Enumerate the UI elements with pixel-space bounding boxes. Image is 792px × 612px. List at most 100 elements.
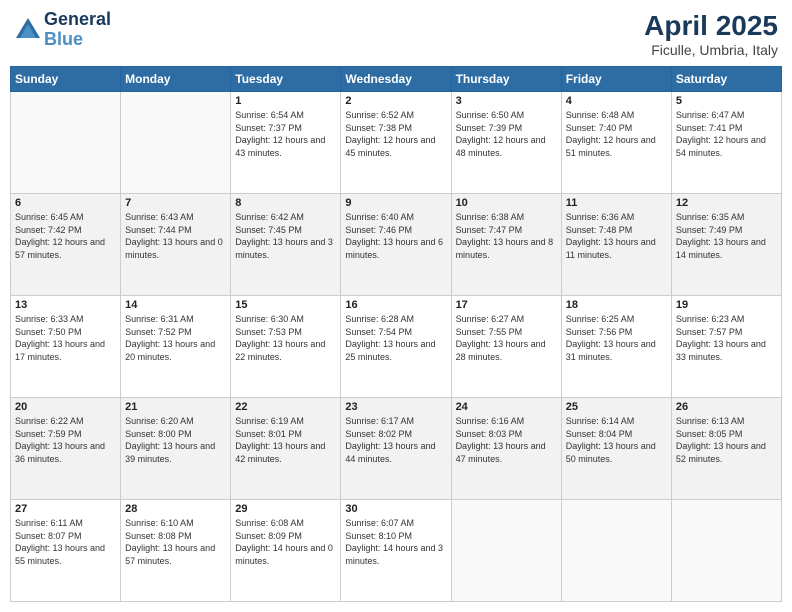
day-number: 28: [125, 503, 226, 515]
calendar-cell: 12 Sunrise: 6:35 AMSunset: 7:49 PMDayligh…: [671, 194, 781, 296]
day-info: Sunrise: 6:27 AMSunset: 7:55 PMDaylight:…: [456, 313, 557, 363]
day-info: Sunrise: 6:20 AMSunset: 8:00 PMDaylight:…: [125, 415, 226, 465]
day-info: Sunrise: 6:19 AMSunset: 8:01 PMDaylight:…: [235, 415, 336, 465]
day-info: Sunrise: 6:47 AMSunset: 7:41 PMDaylight:…: [676, 109, 777, 159]
calendar-cell: 10 Sunrise: 6:38 AMSunset: 7:47 PMDayligh…: [451, 194, 561, 296]
day-number: 26: [676, 401, 777, 413]
calendar-cell: 19 Sunrise: 6:23 AMSunset: 7:57 PMDayligh…: [671, 296, 781, 398]
day-info: Sunrise: 6:17 AMSunset: 8:02 PMDaylight:…: [345, 415, 446, 465]
calendar-cell: 1Sunrise: 6:54 AMSunset: 7:37 PMDaylight…: [231, 92, 341, 194]
calendar-cell: 3 Sunrise: 6:50 AMSunset: 7:39 PMDaylight…: [451, 92, 561, 194]
calendar-cell: [671, 500, 781, 602]
col-header-friday: Friday: [561, 67, 671, 92]
day-info: Sunrise: 6:42 AMSunset: 7:45 PMDaylight:…: [235, 211, 336, 261]
day-info: Sunrise: 6:43 AMSunset: 7:44 PMDaylight:…: [125, 211, 226, 261]
day-info: Sunrise: 6:31 AMSunset: 7:52 PMDaylight:…: [125, 313, 226, 363]
day-number: 24: [456, 401, 557, 413]
day-number: 12: [676, 197, 777, 209]
page: General Blue April 2025 Ficulle, Umbria,…: [0, 0, 792, 612]
calendar-cell: [561, 500, 671, 602]
col-header-tuesday: Tuesday: [231, 67, 341, 92]
calendar-cell: 24 Sunrise: 6:16 AMSunset: 8:03 PMDayligh…: [451, 398, 561, 500]
calendar-week-2: 13 Sunrise: 6:33 AMSunset: 7:50 PMDayligh…: [11, 296, 782, 398]
calendar-cell: 27 Sunrise: 6:11 AMSunset: 8:07 PMDayligh…: [11, 500, 121, 602]
day-number: 8: [235, 197, 336, 209]
calendar-cell: 25 Sunrise: 6:14 AMSunset: 8:04 PMDayligh…: [561, 398, 671, 500]
day-info: Sunrise: 6:11 AMSunset: 8:07 PMDaylight:…: [15, 517, 116, 567]
day-number: 2: [345, 95, 446, 107]
calendar-cell: 21Sunrise: 6:20 AMSunset: 8:00 PMDayligh…: [121, 398, 231, 500]
day-number: 7: [125, 197, 226, 209]
title-block: April 2025 Ficulle, Umbria, Italy: [644, 10, 778, 58]
calendar-cell: 17 Sunrise: 6:27 AMSunset: 7:55 PMDayligh…: [451, 296, 561, 398]
day-number: 3: [456, 95, 557, 107]
calendar-week-0: 1Sunrise: 6:54 AMSunset: 7:37 PMDaylight…: [11, 92, 782, 194]
day-number: 9: [345, 197, 446, 209]
day-info: Sunrise: 6:08 AMSunset: 8:09 PMDaylight:…: [235, 517, 336, 567]
calendar-cell: 6Sunrise: 6:45 AMSunset: 7:42 PMDaylight…: [11, 194, 121, 296]
calendar-cell: 8 Sunrise: 6:42 AMSunset: 7:45 PMDaylight…: [231, 194, 341, 296]
day-info: Sunrise: 6:16 AMSunset: 8:03 PMDaylight:…: [456, 415, 557, 465]
day-number: 27: [15, 503, 116, 515]
calendar-cell: 22Sunrise: 6:19 AMSunset: 8:01 PMDayligh…: [231, 398, 341, 500]
day-info: Sunrise: 6:25 AMSunset: 7:56 PMDaylight:…: [566, 313, 667, 363]
calendar-cell: [451, 500, 561, 602]
day-info: Sunrise: 6:22 AMSunset: 7:59 PMDaylight:…: [15, 415, 116, 465]
day-number: 4: [566, 95, 667, 107]
day-info: Sunrise: 6:54 AMSunset: 7:37 PMDaylight:…: [235, 109, 336, 159]
calendar-cell: [121, 92, 231, 194]
day-info: Sunrise: 6:14 AMSunset: 8:04 PMDaylight:…: [566, 415, 667, 465]
day-info: Sunrise: 6:30 AMSunset: 7:53 PMDaylight:…: [235, 313, 336, 363]
day-number: 13: [15, 299, 116, 311]
calendar-cell: 15 Sunrise: 6:30 AMSunset: 7:53 PMDayligh…: [231, 296, 341, 398]
day-info: Sunrise: 6:33 AMSunset: 7:50 PMDaylight:…: [15, 313, 116, 363]
header: General Blue April 2025 Ficulle, Umbria,…: [10, 10, 782, 58]
day-number: 25: [566, 401, 667, 413]
logo-line2: Blue: [44, 29, 83, 49]
day-number: 23: [345, 401, 446, 413]
calendar-week-4: 27 Sunrise: 6:11 AMSunset: 8:07 PMDayligh…: [11, 500, 782, 602]
logo-line1: General: [44, 10, 111, 30]
calendar-cell: 30Sunrise: 6:07 AMSunset: 8:10 PMDayligh…: [341, 500, 451, 602]
day-info: Sunrise: 6:40 AMSunset: 7:46 PMDaylight:…: [345, 211, 446, 261]
calendar-table: SundayMondayTuesdayWednesdayThursdayFrid…: [10, 66, 782, 602]
col-header-monday: Monday: [121, 67, 231, 92]
day-info: Sunrise: 6:38 AMSunset: 7:47 PMDaylight:…: [456, 211, 557, 261]
logo-text: General Blue: [44, 10, 111, 50]
day-info: Sunrise: 6:13 AMSunset: 8:05 PMDaylight:…: [676, 415, 777, 465]
calendar-cell: 4 Sunrise: 6:48 AMSunset: 7:40 PMDaylight…: [561, 92, 671, 194]
location: Ficulle, Umbria, Italy: [644, 42, 778, 58]
calendar-cell: 5Sunrise: 6:47 AMSunset: 7:41 PMDaylight…: [671, 92, 781, 194]
logo-icon: [14, 16, 42, 44]
day-info: Sunrise: 6:23 AMSunset: 7:57 PMDaylight:…: [676, 313, 777, 363]
calendar-cell: 16Sunrise: 6:28 AMSunset: 7:54 PMDayligh…: [341, 296, 451, 398]
calendar-cell: 29 Sunrise: 6:08 AMSunset: 8:09 PMDayligh…: [231, 500, 341, 602]
calendar-cell: 23 Sunrise: 6:17 AMSunset: 8:02 PMDayligh…: [341, 398, 451, 500]
calendar-cell: 7 Sunrise: 6:43 AMSunset: 7:44 PMDaylight…: [121, 194, 231, 296]
day-number: 16: [345, 299, 446, 311]
day-info: Sunrise: 6:50 AMSunset: 7:39 PMDaylight:…: [456, 109, 557, 159]
calendar-week-1: 6Sunrise: 6:45 AMSunset: 7:42 PMDaylight…: [11, 194, 782, 296]
day-number: 6: [15, 197, 116, 209]
day-number: 10: [456, 197, 557, 209]
calendar-cell: 26 Sunrise: 6:13 AMSunset: 8:05 PMDayligh…: [671, 398, 781, 500]
day-number: 14: [125, 299, 226, 311]
day-number: 19: [676, 299, 777, 311]
calendar-header-row: SundayMondayTuesdayWednesdayThursdayFrid…: [11, 67, 782, 92]
day-info: Sunrise: 6:35 AMSunset: 7:49 PMDaylight:…: [676, 211, 777, 261]
calendar-cell: 14 Sunrise: 6:31 AMSunset: 7:52 PMDayligh…: [121, 296, 231, 398]
calendar-cell: 9 Sunrise: 6:40 AMSunset: 7:46 PMDaylight…: [341, 194, 451, 296]
day-number: 17: [456, 299, 557, 311]
day-number: 30: [345, 503, 446, 515]
day-number: 18: [566, 299, 667, 311]
day-info: Sunrise: 6:36 AMSunset: 7:48 PMDaylight:…: [566, 211, 667, 261]
calendar-cell: 2 Sunrise: 6:52 AMSunset: 7:38 PMDaylight…: [341, 92, 451, 194]
calendar-cell: 13 Sunrise: 6:33 AMSunset: 7:50 PMDayligh…: [11, 296, 121, 398]
day-number: 11: [566, 197, 667, 209]
col-header-sunday: Sunday: [11, 67, 121, 92]
calendar-week-3: 20Sunrise: 6:22 AMSunset: 7:59 PMDayligh…: [11, 398, 782, 500]
day-number: 29: [235, 503, 336, 515]
day-info: Sunrise: 6:48 AMSunset: 7:40 PMDaylight:…: [566, 109, 667, 159]
day-info: Sunrise: 6:52 AMSunset: 7:38 PMDaylight:…: [345, 109, 446, 159]
day-number: 15: [235, 299, 336, 311]
